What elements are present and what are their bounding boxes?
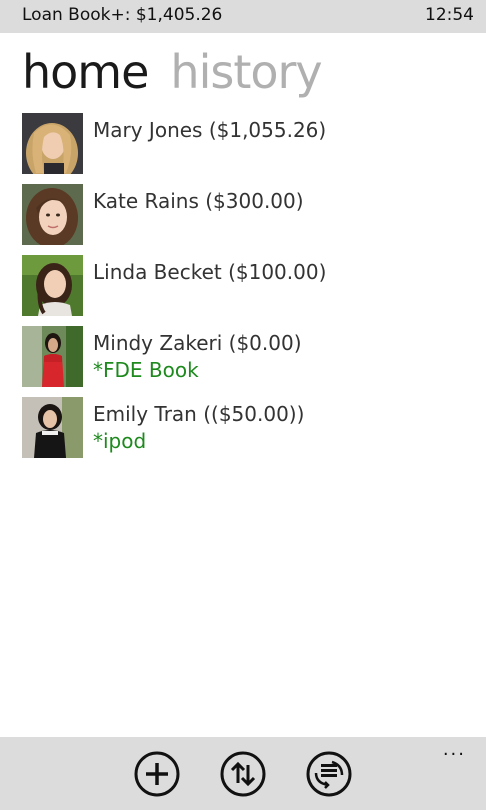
list-item[interactable]: Mindy Zakeri ($0.00) *FDE Book xyxy=(22,326,472,388)
pivot-header: home history xyxy=(22,40,344,104)
list-item[interactable]: Kate Rains ($300.00) xyxy=(22,184,472,246)
loan-note: *FDE Book xyxy=(93,358,199,382)
more-menu-button[interactable]: ... xyxy=(443,739,466,760)
loan-note: *ipod xyxy=(93,429,147,453)
sort-button[interactable] xyxy=(220,751,266,797)
add-icon xyxy=(134,751,180,797)
app-bar: ... xyxy=(0,737,486,810)
avatar xyxy=(22,326,83,387)
loan-name-amount: Kate Rains ($300.00) xyxy=(93,189,304,213)
loan-name-amount: Linda Becket ($100.00) xyxy=(93,260,327,284)
tab-home[interactable]: home xyxy=(22,40,149,104)
list-item[interactable]: Emily Tran (($50.00)) *ipod xyxy=(22,397,472,459)
clock: 12:54 xyxy=(425,5,474,25)
loan-name-amount: Mindy Zakeri ($0.00) xyxy=(93,331,302,355)
app-title: Loan Book+: $1,405.26 xyxy=(22,5,223,25)
status-bar: Loan Book+: $1,405.26 12:54 xyxy=(0,0,486,33)
sort-icon xyxy=(220,751,266,797)
avatar xyxy=(22,184,83,245)
list-item[interactable]: Linda Becket ($100.00) xyxy=(22,255,472,317)
avatar xyxy=(22,397,83,458)
tab-history[interactable]: history xyxy=(170,40,322,104)
loan-list: Mary Jones ($1,055.26) Kate Rains ($300.… xyxy=(22,113,472,468)
list-item[interactable]: Mary Jones ($1,055.26) xyxy=(22,113,472,175)
loan-name-amount: Emily Tran (($50.00)) xyxy=(93,402,305,426)
sync-icon xyxy=(306,751,352,797)
avatar xyxy=(22,113,83,174)
sync-button[interactable] xyxy=(306,751,352,797)
loan-name-amount: Mary Jones ($1,055.26) xyxy=(93,118,327,142)
add-button[interactable] xyxy=(134,751,180,797)
avatar xyxy=(22,255,83,316)
